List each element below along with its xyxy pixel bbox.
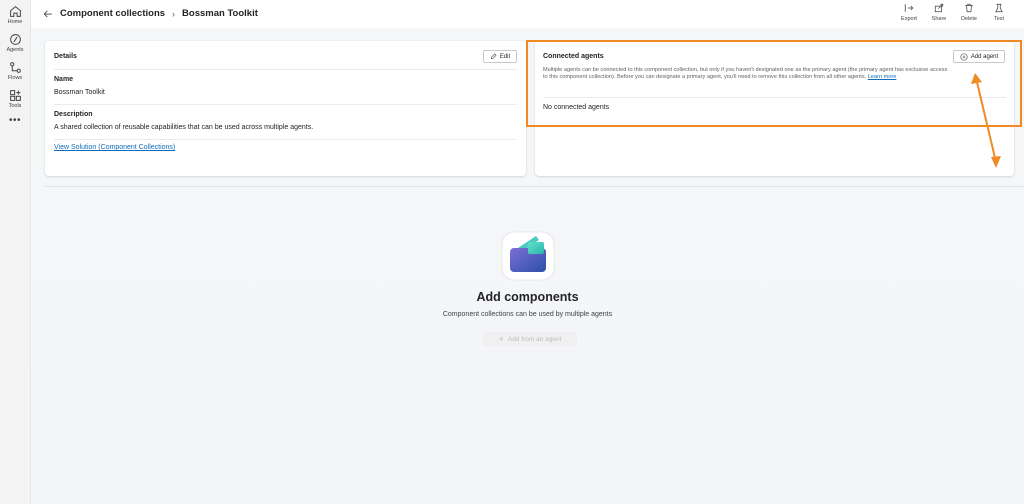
details-card: Details Edit Name Bossman Toolkit Descri… bbox=[45, 41, 526, 176]
agents-icon bbox=[9, 34, 21, 45]
rail-item-label: Flows bbox=[7, 75, 23, 81]
divider bbox=[54, 139, 517, 140]
empty-state-subtitle: Component collections can be used by mul… bbox=[442, 311, 613, 318]
annotation-highlight-box bbox=[526, 40, 1022, 127]
more-icon[interactable]: ••• bbox=[0, 115, 30, 126]
edit-label: Edit bbox=[499, 53, 511, 60]
delete-button[interactable]: Delete bbox=[958, 3, 980, 22]
test-label: Test bbox=[993, 16, 1005, 22]
rail-item-label: Home bbox=[7, 19, 23, 25]
breadcrumb-parent[interactable]: Component collections bbox=[60, 8, 165, 19]
divider bbox=[54, 104, 517, 105]
header-actions: Export Share Delete Test bbox=[898, 3, 1010, 22]
rail-item-home[interactable]: Home bbox=[0, 5, 30, 25]
left-rail: Home Agents Flows Tools ••• bbox=[0, 0, 31, 504]
delete-label: Delete bbox=[961, 16, 977, 22]
page-title: Bossman Toolkit bbox=[182, 8, 258, 19]
component-collection-illustration bbox=[501, 231, 555, 281]
pencil-icon bbox=[490, 53, 497, 60]
name-label: Name bbox=[54, 76, 74, 83]
empty-state-title: Add components bbox=[476, 290, 579, 304]
rail-item-agents[interactable]: Agents bbox=[0, 33, 30, 53]
test-button[interactable]: Test bbox=[988, 3, 1010, 22]
add-from-agent-button[interactable]: + Add from an agent bbox=[483, 332, 577, 346]
share-button[interactable]: Share bbox=[928, 3, 950, 22]
details-title: Details bbox=[54, 53, 77, 60]
divider bbox=[54, 69, 517, 70]
home-icon bbox=[9, 5, 21, 17]
test-icon bbox=[995, 3, 1003, 13]
export-button[interactable]: Export bbox=[898, 3, 920, 22]
rail-item-label: Tools bbox=[8, 103, 22, 109]
name-value: Bossman Toolkit bbox=[54, 89, 105, 96]
edit-button[interactable]: Edit bbox=[483, 50, 517, 63]
description-label: Description bbox=[54, 111, 93, 118]
plus-icon: + bbox=[498, 333, 504, 344]
share-label: Share bbox=[931, 16, 947, 22]
back-arrow-icon[interactable] bbox=[43, 9, 53, 19]
rail-item-label: Agents bbox=[6, 47, 24, 53]
export-label: Export bbox=[901, 16, 917, 22]
rail-item-flows[interactable]: Flows bbox=[0, 61, 30, 81]
page-header: Component collections › Bossman Toolkit … bbox=[31, 0, 1024, 28]
chevron-right-icon: › bbox=[172, 8, 176, 19]
description-value: A shared collection of reusable capabili… bbox=[54, 124, 314, 131]
view-solution-link[interactable]: View Solution (Component Collections) bbox=[54, 144, 175, 151]
flows-icon bbox=[9, 62, 21, 73]
section-divider bbox=[45, 186, 1024, 187]
breadcrumb: Component collections › Bossman Toolkit bbox=[43, 8, 258, 19]
add-from-agent-label: Add from an agent bbox=[507, 335, 562, 343]
tools-icon bbox=[9, 90, 21, 101]
export-icon bbox=[904, 4, 914, 12]
delete-icon bbox=[965, 3, 973, 13]
rail-item-tools[interactable]: Tools bbox=[0, 89, 30, 109]
share-icon bbox=[934, 3, 944, 13]
